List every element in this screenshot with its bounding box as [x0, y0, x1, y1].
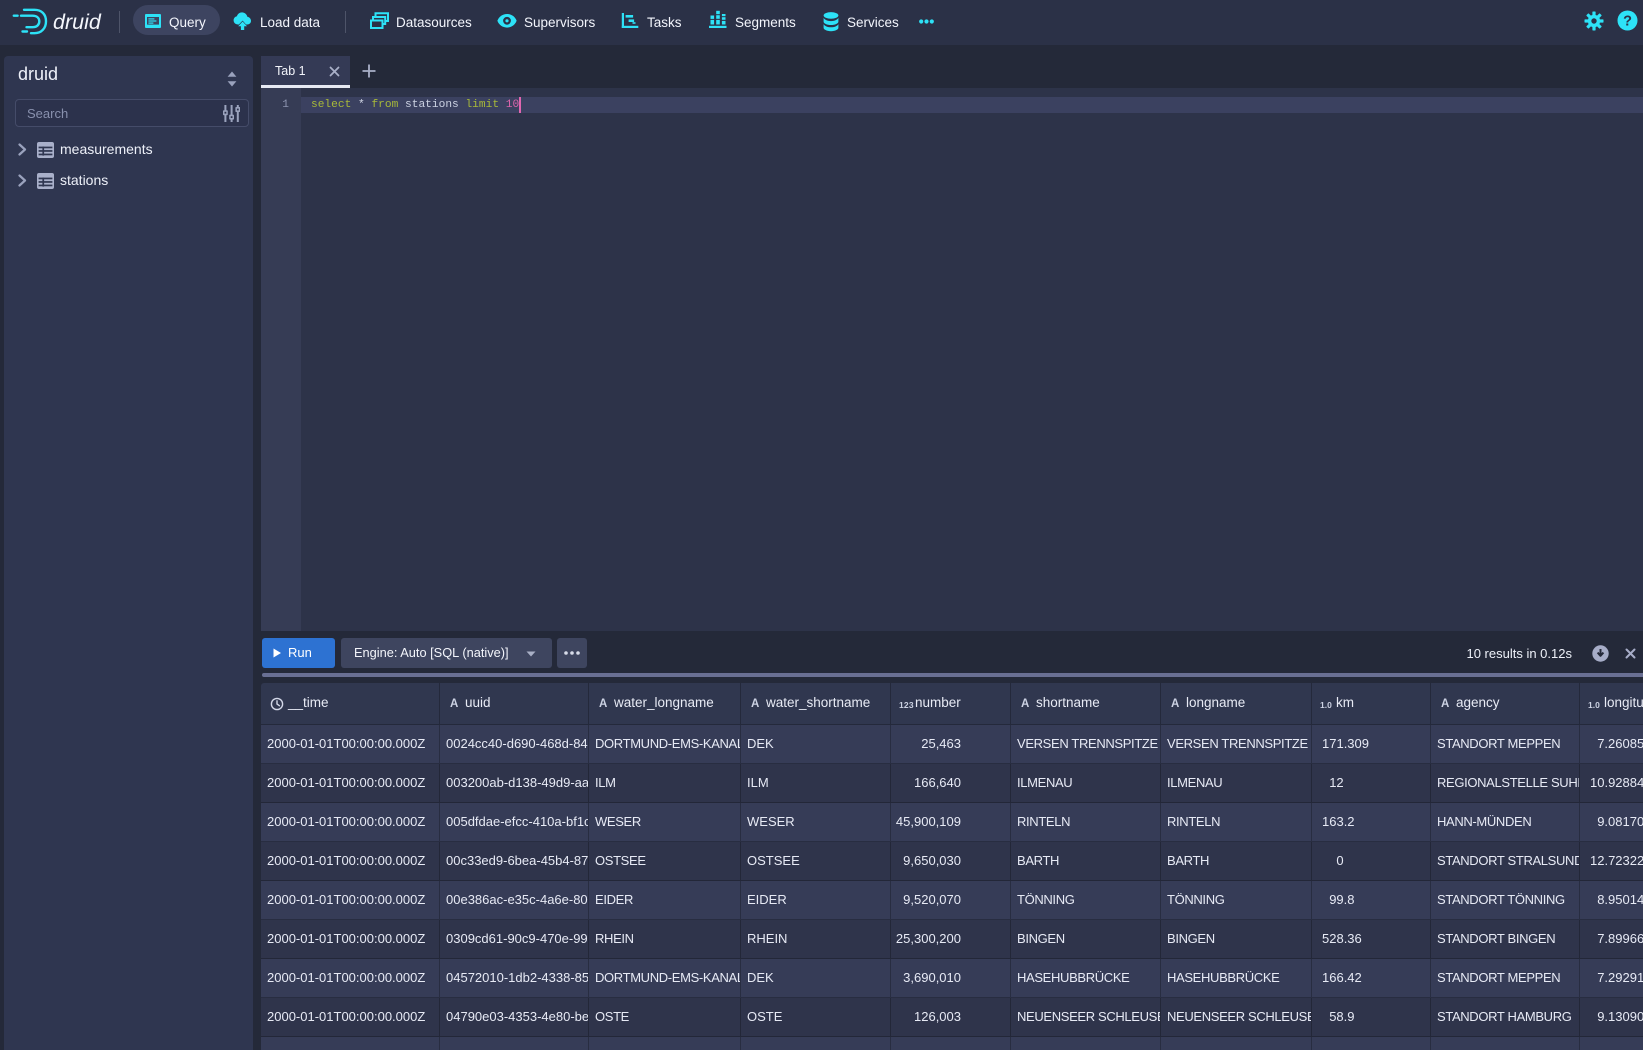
- svg-text:?: ?: [1623, 14, 1632, 30]
